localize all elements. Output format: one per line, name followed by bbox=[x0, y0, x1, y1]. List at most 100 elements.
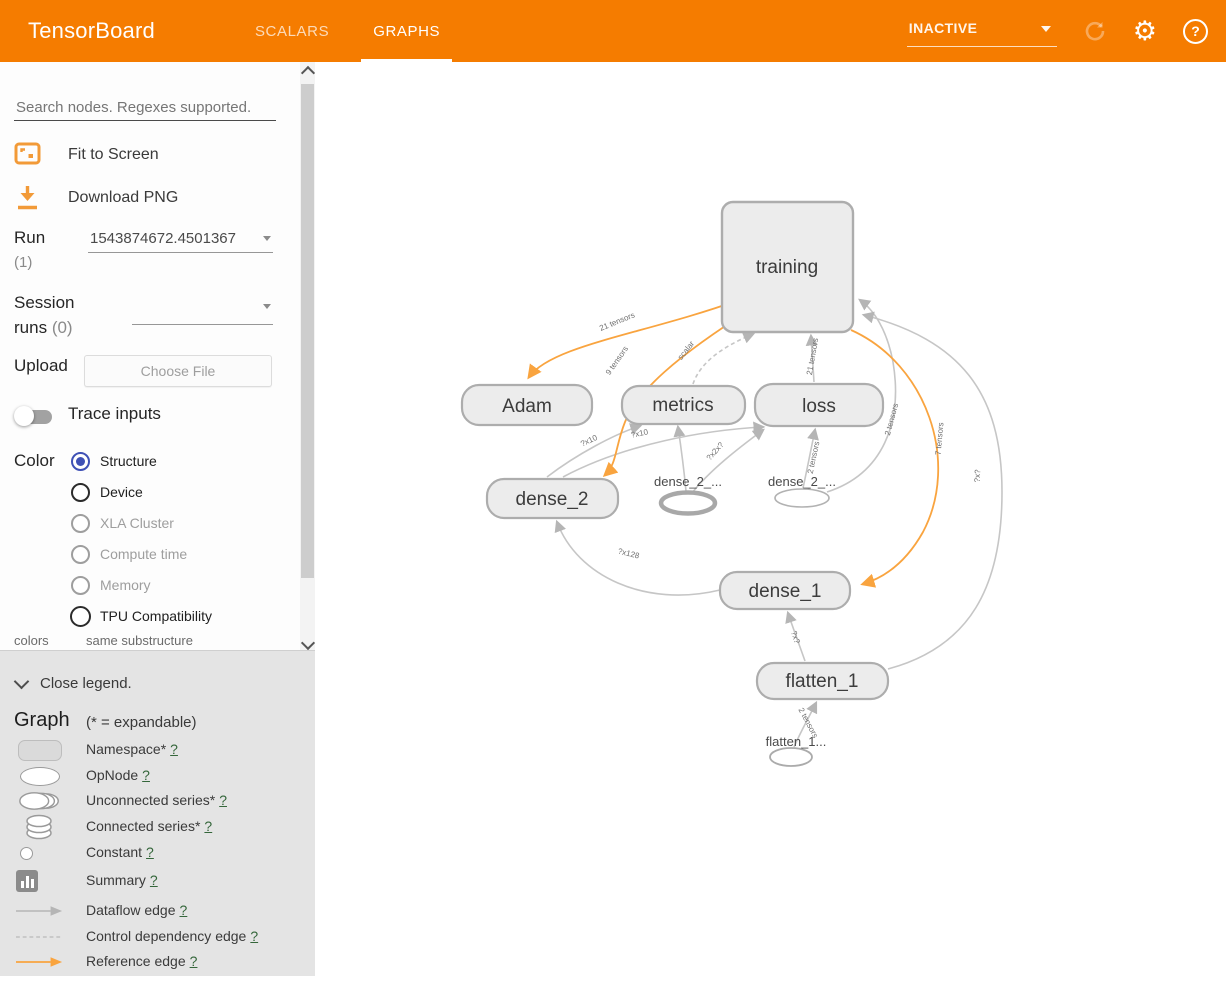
radio-xla-cluster-label[interactable]: XLA Cluster bbox=[100, 515, 174, 531]
scroll-down-icon[interactable] bbox=[300, 634, 315, 650]
session-runs-dropdown[interactable] bbox=[132, 298, 273, 325]
fit-to-screen-icon[interactable] bbox=[14, 142, 41, 165]
edge-flatten-1-to-training bbox=[864, 315, 1002, 669]
graph-node-training[interactable]: training bbox=[722, 202, 853, 332]
graph-node-dense-2[interactable]: dense_2 bbox=[487, 479, 618, 518]
legend-title: Graph bbox=[14, 709, 70, 732]
help-link[interactable]: ? bbox=[190, 953, 198, 969]
unconnected-series-icon bbox=[16, 789, 64, 813]
run-dropdown[interactable]: 1543874672.4501367 bbox=[88, 226, 273, 253]
help-link[interactable]: ? bbox=[204, 818, 212, 834]
legend-item-summary: Summary? bbox=[0, 869, 315, 893]
color-by-label: Color bbox=[14, 451, 55, 471]
nav-tabs: SCALARS GRAPHS bbox=[233, 0, 462, 62]
close-legend-button[interactable]: Close legend. bbox=[16, 675, 132, 692]
session-runs-label-line1: Session bbox=[14, 293, 74, 313]
graph-canvas[interactable]: 21 tensors 9 tensors scalar 21 tensors ?… bbox=[315, 62, 1226, 976]
help-link[interactable]: ? bbox=[150, 872, 158, 888]
toggle-knob bbox=[14, 406, 34, 426]
choose-file-button[interactable]: Choose File bbox=[84, 355, 272, 387]
radio-compute-time[interactable] bbox=[71, 545, 90, 564]
control-dependency-edge-icon bbox=[16, 925, 64, 949]
legend-item-control-dependency-edge: Control dependency edge? bbox=[0, 925, 315, 949]
graph-series-node-dense-2-left[interactable]: dense_2_... bbox=[654, 474, 722, 514]
status-dropdown[interactable]: INACTIVE bbox=[907, 16, 1057, 47]
legend-item-reference-edge: Reference edge? bbox=[0, 950, 315, 974]
download-png-button[interactable]: Download PNG bbox=[68, 189, 178, 207]
node-label-loss: loss bbox=[802, 396, 836, 417]
graph-series-node-flatten-1[interactable]: flatten_1... bbox=[766, 734, 827, 766]
run-dropdown-value: 1543874672.4501367 bbox=[90, 230, 236, 247]
graph-node-loss[interactable]: loss bbox=[755, 384, 883, 426]
node-label-dense-1: dense_1 bbox=[749, 581, 822, 602]
tab-graphs[interactable]: GRAPHS bbox=[351, 0, 462, 62]
edge-label: ?x2x? bbox=[705, 440, 726, 462]
help-link[interactable]: ? bbox=[146, 844, 154, 860]
reference-edge-icon bbox=[16, 950, 64, 974]
radio-memory[interactable] bbox=[71, 576, 90, 595]
help-link[interactable]: ? bbox=[170, 741, 178, 757]
chevron-down-icon bbox=[1041, 26, 1051, 32]
help-glyph: ? bbox=[1191, 23, 1200, 39]
graph-series-node-dense-2-right[interactable]: dense_2_... bbox=[768, 474, 836, 507]
header-controls: INACTIVE ⚙ ? bbox=[907, 0, 1208, 62]
radio-device[interactable] bbox=[71, 483, 90, 502]
graph-node-adam[interactable]: Adam bbox=[462, 385, 592, 425]
session-runs-label-line2: runs (0) bbox=[14, 318, 73, 338]
radio-compute-time-label[interactable]: Compute time bbox=[100, 546, 187, 562]
help-link[interactable]: ? bbox=[180, 902, 188, 918]
radio-memory-label[interactable]: Memory bbox=[100, 577, 151, 593]
radio-tpu-compatibility[interactable] bbox=[70, 606, 91, 627]
upload-label: Upload bbox=[14, 356, 68, 376]
edge-label: 7 tensors bbox=[934, 422, 946, 456]
edge-label: ?x? bbox=[789, 630, 802, 646]
legend-item-unconnected-series: Unconnected series*? bbox=[0, 789, 315, 813]
fit-to-screen-button[interactable]: Fit to Screen bbox=[68, 146, 159, 164]
tab-scalars[interactable]: SCALARS bbox=[233, 0, 351, 62]
node-label-flatten-1: flatten_1 bbox=[786, 671, 859, 692]
radio-device-label[interactable]: Device bbox=[100, 484, 143, 500]
radio-xla-cluster[interactable] bbox=[71, 514, 90, 533]
trace-inputs-toggle[interactable] bbox=[14, 405, 54, 427]
help-link[interactable]: ? bbox=[250, 928, 258, 944]
tab-scalars-label: SCALARS bbox=[255, 23, 329, 40]
search-input[interactable] bbox=[14, 94, 276, 121]
legend-item-opnode: OpNode? bbox=[0, 764, 315, 788]
app-title: TensorBoard bbox=[28, 18, 155, 44]
series-label: flatten_1... bbox=[766, 734, 827, 749]
sidebar: Fit to Screen Download PNG Run (1) 15438… bbox=[0, 62, 315, 976]
series-label: dense_2_... bbox=[768, 474, 836, 489]
edge-label: ?x? bbox=[973, 469, 982, 483]
scroll-up-icon[interactable] bbox=[300, 62, 315, 78]
session-runs-count: (0) bbox=[52, 318, 73, 337]
close-legend-label: Close legend. bbox=[40, 675, 132, 692]
radio-structure-label[interactable]: Structure bbox=[100, 453, 157, 469]
refresh-icon[interactable] bbox=[1083, 19, 1107, 43]
settings-gear-icon[interactable]: ⚙ bbox=[1133, 18, 1157, 45]
scrollbar-thumb[interactable] bbox=[301, 84, 314, 578]
radio-structure[interactable] bbox=[71, 452, 90, 471]
graph-node-flatten-1[interactable]: flatten_1 bbox=[757, 663, 888, 699]
help-link[interactable]: ? bbox=[219, 792, 227, 808]
edge-label: 2 tensors bbox=[883, 402, 900, 436]
sidebar-scrollbar[interactable] bbox=[300, 62, 315, 650]
download-png-icon[interactable] bbox=[15, 184, 40, 211]
graph-node-dense-1[interactable]: dense_1 bbox=[720, 572, 850, 609]
graph-svg: 21 tensors 9 tensors scalar 21 tensors ?… bbox=[315, 62, 1226, 976]
radio-tpu-compatibility-label[interactable]: TPU Compatibility bbox=[100, 608, 212, 624]
graph-legend-panel: Close legend. Graph (* = expandable) Nam… bbox=[0, 650, 315, 976]
sidebar-controls-panel: Fit to Screen Download PNG Run (1) 15438… bbox=[0, 62, 315, 650]
legend-item-dataflow-edge: Dataflow edge? bbox=[0, 899, 315, 923]
summary-icon bbox=[16, 869, 64, 893]
run-count: (1) bbox=[14, 254, 32, 271]
help-link[interactable]: ? bbox=[142, 767, 150, 783]
legend-item-constant: Constant? bbox=[0, 841, 315, 865]
node-label-dense-2: dense_2 bbox=[516, 489, 589, 510]
structure-note-substructure: same substructure bbox=[86, 633, 193, 648]
legend-subtitle: (* = expandable) bbox=[86, 714, 197, 731]
edge-label: 21 tensors bbox=[805, 337, 820, 375]
edge-label: 2 tensors bbox=[806, 440, 822, 474]
graph-node-metrics[interactable]: metrics bbox=[622, 386, 745, 424]
help-icon[interactable]: ? bbox=[1183, 19, 1208, 44]
opnode-icon bbox=[16, 764, 64, 788]
